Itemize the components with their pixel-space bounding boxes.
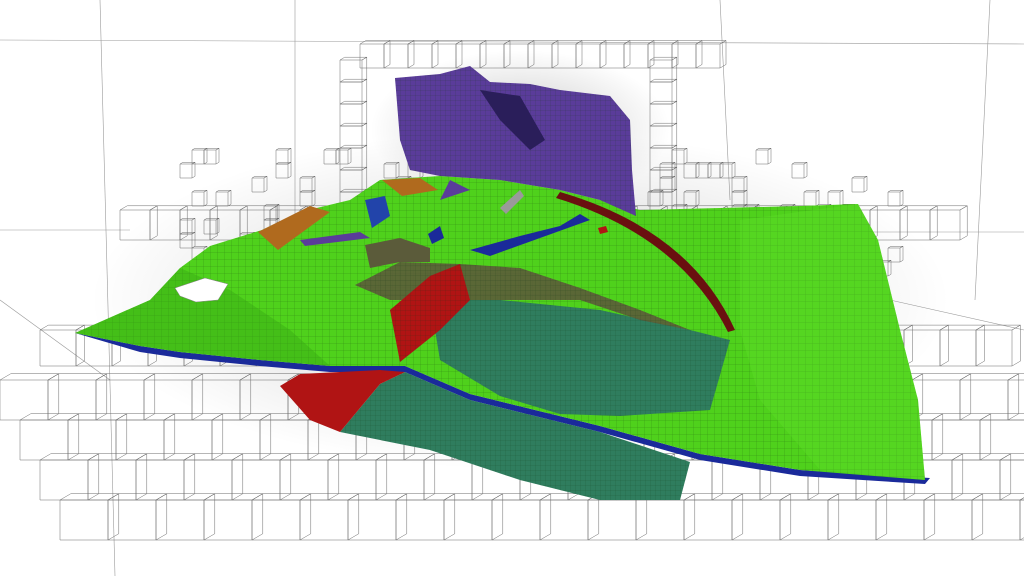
grid-line (975, 0, 990, 300)
octree-cell (0, 374, 59, 420)
octree-cell (672, 41, 702, 69)
octree-cell (876, 494, 935, 540)
octree-cell (180, 162, 195, 178)
octree-cell (1008, 374, 1024, 420)
octree-cell (980, 414, 1024, 460)
octree-cell (280, 454, 339, 500)
octree-cell (20, 414, 79, 460)
octree-cell (48, 374, 107, 420)
octree-cell (384, 41, 414, 69)
octree-cell (972, 494, 1024, 540)
octree-cell (624, 41, 654, 69)
octree-cell (1020, 494, 1024, 540)
octree-cell (976, 325, 1020, 366)
octree-cell (912, 374, 971, 420)
octree-cell (408, 41, 438, 69)
octree-cell (156, 494, 215, 540)
3d-viewport[interactable] (0, 0, 1024, 576)
octree-cell (300, 494, 359, 540)
octree-cell (88, 454, 147, 500)
octree-cell (204, 148, 219, 164)
octree-cell (888, 190, 903, 206)
octree-cell (340, 101, 367, 126)
octree-cell (116, 414, 175, 460)
octree-cell (940, 325, 984, 366)
octree-cell (360, 41, 390, 69)
octree-cell (164, 414, 223, 460)
octree-cell (340, 57, 367, 82)
octree-cell (930, 206, 967, 240)
octree-cell (68, 414, 127, 460)
octree-cell (540, 494, 599, 540)
octree-cell (780, 494, 839, 540)
octree-cell (252, 494, 311, 540)
octree-cell (960, 374, 1019, 420)
octree-cell (184, 454, 243, 500)
octree-cell (232, 454, 291, 500)
octree-cell (492, 494, 551, 540)
octree-cell (136, 454, 195, 500)
octree-cell (396, 494, 455, 540)
octree-cell (952, 454, 1011, 500)
octree-cell (600, 41, 630, 69)
octree-cell (328, 454, 387, 500)
3d-scene-canvas[interactable] (0, 0, 1024, 576)
octree-cell (732, 494, 791, 540)
octree-cell (684, 494, 743, 540)
octree-cell (444, 494, 503, 540)
octree-cell (932, 414, 991, 460)
octree-cell (40, 454, 99, 500)
octree-cell (340, 79, 367, 104)
octree-cell (60, 494, 119, 540)
octree-cell (648, 41, 678, 69)
octree-cell (108, 494, 167, 540)
octree-cell (1000, 454, 1024, 500)
octree-cell (828, 494, 887, 540)
octree-cell (204, 494, 263, 540)
octree-cell (192, 148, 207, 164)
octree-cell (348, 494, 407, 540)
octree-cell (636, 494, 695, 540)
octree-cell (696, 41, 726, 69)
octree-cell (588, 494, 647, 540)
octree-cell (852, 176, 867, 192)
octree-cell (924, 494, 983, 540)
